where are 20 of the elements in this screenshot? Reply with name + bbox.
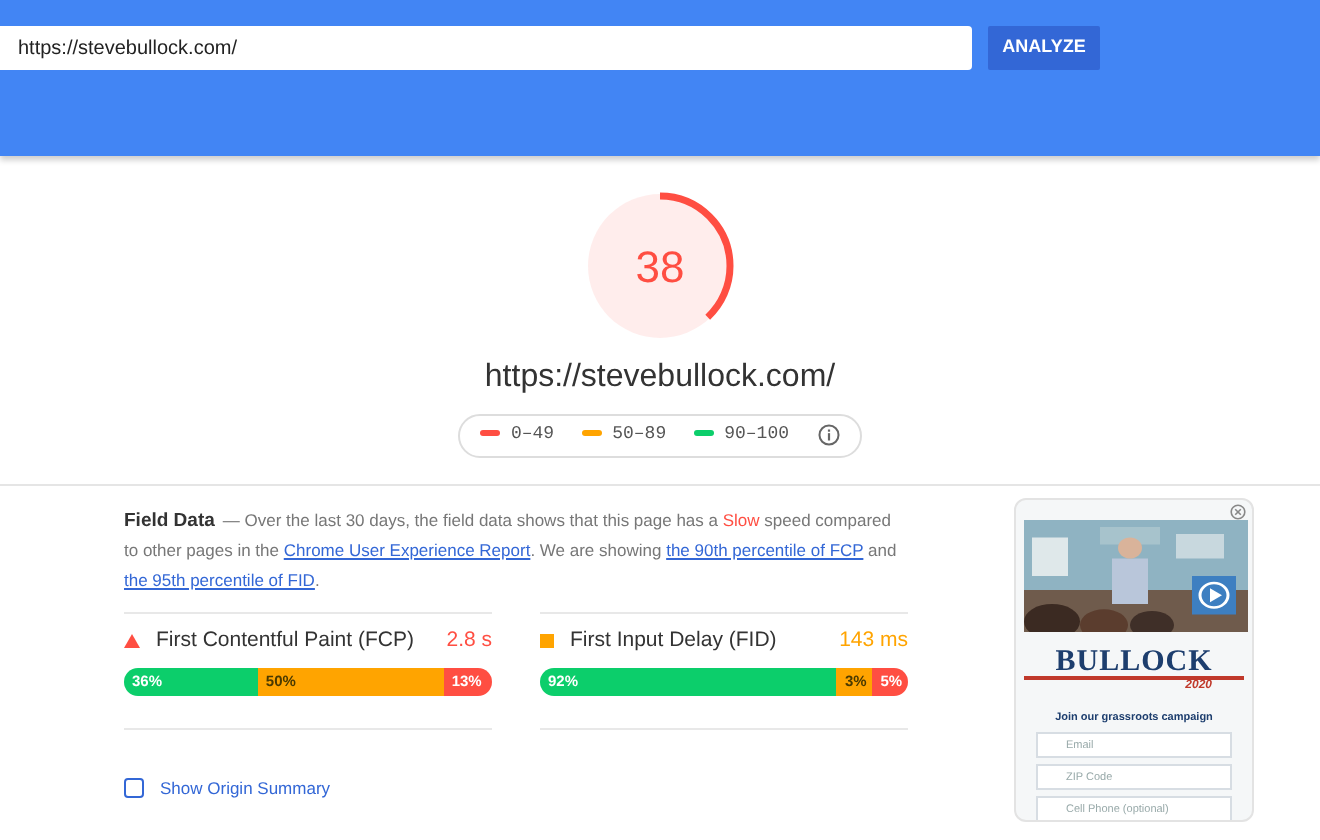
analyze-button[interactable]: ANALYZE [988,26,1100,70]
show-origin-summary-link[interactable]: Show Origin Summary [160,773,331,803]
report-link[interactable]: the 90th percentile of FCP [666,539,864,559]
report-link[interactable]: the 95th percentile of FID [124,569,315,589]
info-icon[interactable] [817,424,840,447]
url-field[interactable]: https://stevebullock.com/ [0,26,972,70]
legend-item: 0–49 [480,422,555,449]
metric-value: 143 ms [839,625,908,655]
metric-name: First Input Delay (FID) [570,625,779,655]
close-icon[interactable] [1230,503,1246,519]
field-data-description: Field Data — Over the last 30 days, the field data shows that this page has a Slow speed compared to other pages in the Chrome User Experience Report. We are showing the 90th percentile of FCP and the 95th percentile of FID. [124,507,899,594]
legend-item: 50–89 [582,422,667,449]
metric-name: First Contentful Paint (FCP) [156,625,416,655]
page-url: https://stevebullock.com/ [484,358,836,398]
checkbox[interactable] [124,778,144,798]
report-link[interactable]: Chrome User Experience Report [283,539,531,559]
campaign-logo: BULLOCK [1053,647,1215,675]
legend-item: 90–100 [694,422,790,449]
metric-value: 2.8 s [446,625,492,655]
score-value: 38 [635,242,685,292]
